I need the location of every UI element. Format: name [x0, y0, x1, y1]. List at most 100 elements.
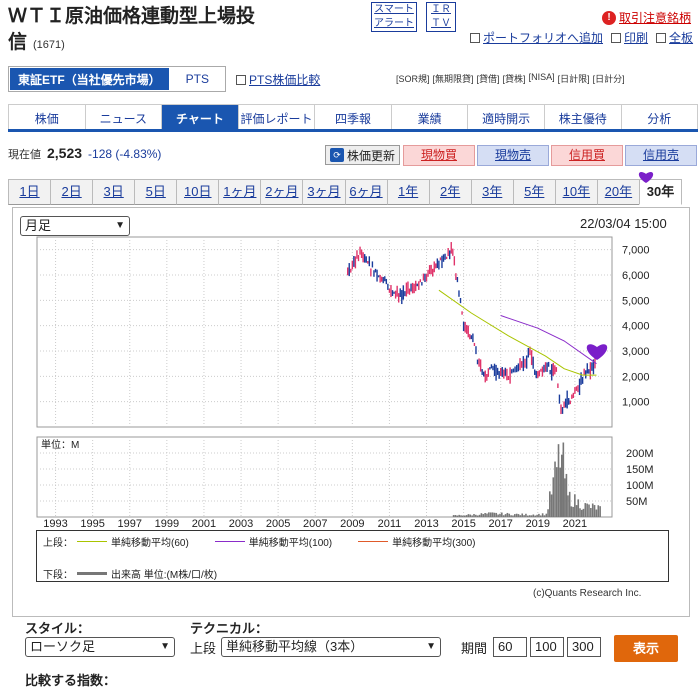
x-tick-label: 2011: [378, 518, 402, 530]
volume-bar: [582, 508, 585, 517]
legend-ma60: 単純移動平均(60): [111, 538, 189, 549]
x-tick-label: 1995: [80, 518, 104, 530]
volume-bar: [560, 454, 563, 517]
volume-bar: [574, 494, 576, 517]
legend-ma100: 単純移動平均(100): [248, 538, 333, 549]
volume-bar: [476, 515, 479, 517]
volume-bar: [499, 513, 501, 517]
volume-tick-label: 100M: [626, 480, 654, 492]
volume-bar: [484, 513, 486, 517]
legend-upper: 上段： 単純移動平均(60) 単純移動平均(100) 単純移動平均(300): [43, 534, 476, 549]
volume-bar: [557, 444, 560, 517]
volume-bar: [525, 513, 527, 517]
volume-bar: [491, 512, 494, 517]
period-label: 期間: [461, 641, 488, 656]
volume-bar: [452, 515, 455, 517]
volume-bar: [501, 512, 503, 517]
volume-bar: [534, 515, 537, 517]
period-input-3[interactable]: 300: [567, 637, 601, 657]
volume-bar: [597, 505, 600, 517]
volume-swatch: [77, 572, 107, 575]
volume-bar: [460, 515, 462, 517]
volume-bar: [488, 512, 490, 517]
volume-bar: [543, 515, 546, 517]
price-grid: 7,000 6,000 5,000 4,000 3,000 2,000 1,000: [36, 236, 650, 428]
volume-tick-label: 200M: [626, 448, 654, 460]
volume-bar: [532, 514, 535, 517]
x-tick-label: 2005: [266, 518, 290, 530]
volume-bar: [554, 461, 556, 517]
legend-ma300: 単純移動平均(300): [392, 538, 476, 549]
y-tick-label: 1,000: [622, 397, 650, 409]
ma60-swatch: [77, 541, 107, 542]
show-button[interactable]: 表示: [614, 635, 678, 662]
volume-bar: [549, 491, 551, 517]
volume-bar: [512, 515, 514, 517]
volume-bar: [454, 515, 457, 517]
legend-volume: 出来高 単位:(M株/口/枚): [111, 570, 218, 581]
volume-bar: [584, 503, 587, 517]
volume-bar: [572, 506, 574, 517]
volume-bar: [575, 505, 578, 517]
style-select[interactable]: ローソク足 ▼: [25, 637, 175, 657]
volume-tick-label: 50M: [626, 496, 647, 508]
volume-bar: [475, 514, 477, 517]
volume-bar: [515, 513, 518, 517]
volume-bar: [471, 515, 473, 517]
volume-tick-label: 150M: [626, 464, 654, 476]
volume-bar: [547, 509, 549, 517]
volume-bar: [526, 515, 529, 517]
volume-bar: [590, 508, 592, 517]
volume-bar: [458, 514, 460, 517]
volume-bar: [550, 494, 553, 517]
volume-bar: [482, 514, 485, 517]
technical-select[interactable]: 単純移動平均線（3本） ▼: [221, 637, 441, 657]
volume-bar: [478, 514, 481, 517]
volume-bar: [473, 514, 475, 517]
style-label: スタイル：: [25, 621, 91, 636]
volume-bar: [486, 513, 488, 517]
volume-bar: [577, 499, 580, 517]
volume-bar: [570, 506, 573, 517]
volume-bar: [541, 513, 544, 517]
volume-bar: [593, 505, 596, 517]
y-tick-label: 5,000: [622, 295, 650, 307]
volume-bar: [599, 506, 601, 517]
y-tick-label: 4,000: [622, 321, 650, 333]
x-tick-label: 1999: [155, 518, 179, 530]
volume-bar: [517, 514, 520, 517]
volume-bar: [489, 512, 492, 517]
chart-legend: 上段： 単純移動平均(60) 単純移動平均(100) 単純移動平均(300) 下…: [36, 530, 669, 582]
volume-bar: [528, 515, 531, 517]
x-tick-label: 2003: [229, 518, 253, 530]
volume-bar: [539, 515, 542, 517]
volume-bar: [521, 513, 524, 517]
period-input-2[interactable]: 100: [530, 637, 564, 657]
volume-bar: [493, 512, 496, 517]
chevron-down-icon: ▼: [160, 641, 170, 652]
x-tick-label: 1993: [43, 518, 67, 530]
volume-bar: [456, 515, 459, 517]
volume-plot-area: [36, 436, 613, 518]
x-tick-label: 2015: [451, 518, 475, 530]
volume-bar: [497, 514, 499, 517]
volume-bar: [588, 504, 590, 517]
ma100-swatch: [214, 541, 245, 542]
volume-bar: [504, 514, 507, 517]
period-input-1[interactable]: 60: [493, 637, 527, 657]
x-tick-label: 2009: [340, 518, 364, 530]
volume-bar: [506, 512, 509, 517]
volume-bar: [536, 514, 538, 517]
volume-bar: [595, 509, 598, 517]
volume-bar: [463, 515, 466, 517]
volume-bar: [514, 514, 516, 517]
volume-bar: [580, 509, 583, 517]
volume-bar: [555, 467, 558, 517]
volume-bar: [591, 503, 594, 517]
y-tick-label: 2,000: [622, 371, 650, 383]
volume-bar: [565, 473, 568, 517]
volume-bar: [519, 515, 522, 517]
x-tick-label: 2017: [488, 518, 512, 530]
x-tick-label: 2013: [414, 518, 438, 530]
volume-bar: [523, 515, 525, 517]
